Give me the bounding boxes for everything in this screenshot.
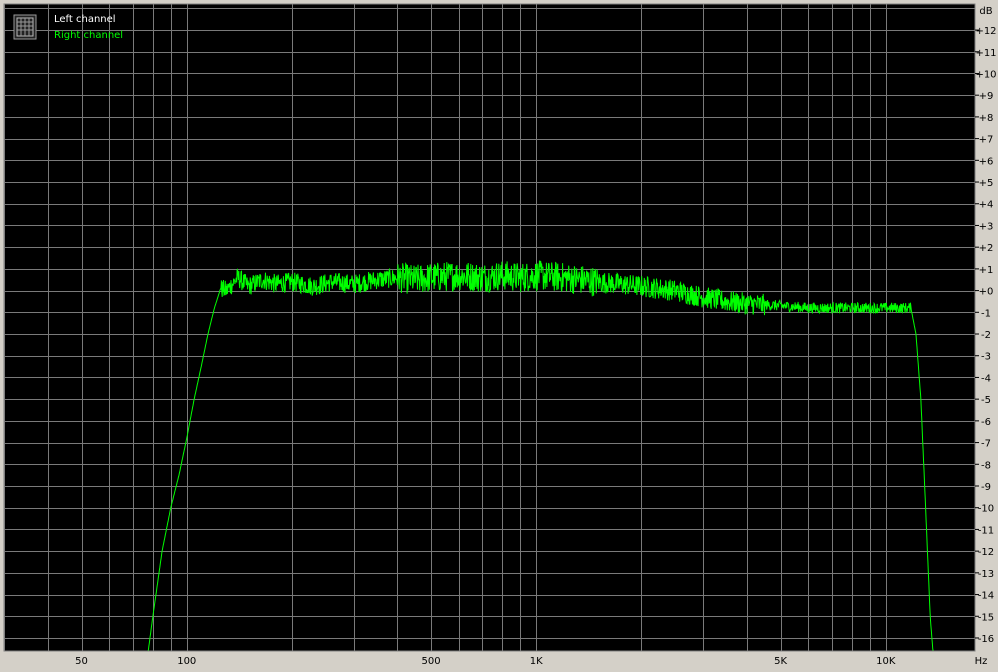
y-tick-label: +11	[975, 48, 996, 59]
y-tick-label: -7	[981, 439, 991, 450]
plot-area	[4, 4, 975, 651]
y-tick-label: +8	[979, 113, 994, 124]
y-tick-label: +5	[979, 178, 994, 189]
y-tick-label: -12	[978, 547, 994, 558]
y-tick-label: +1	[979, 265, 994, 276]
x-tick-label: 50	[75, 656, 88, 667]
x-unit-label: Hz	[975, 656, 988, 667]
x-tick-label: 5K	[774, 656, 787, 667]
y-tick-label: -5	[981, 395, 991, 406]
y-unit-label: dB	[979, 6, 992, 17]
x-tick-label: 10K	[876, 656, 896, 667]
y-tick-label: +4	[979, 200, 994, 211]
y-tick-label: -13	[978, 569, 994, 580]
y-tick-label: +9	[979, 91, 994, 102]
x-axis: Hz 50 100 500 1K 5K 10K	[75, 656, 987, 667]
y-tick-label: +6	[979, 156, 994, 167]
y-tick-label: -15	[978, 612, 994, 623]
y-tick-label: -14	[978, 591, 994, 602]
y-tick-label: +12	[975, 26, 996, 37]
y-tick-label: -16	[978, 634, 994, 645]
x-tick-label: 100	[177, 656, 196, 667]
x-tick-label: 1K	[530, 656, 543, 667]
y-tick-label: -1	[981, 308, 991, 319]
y-tick-label: -6	[981, 417, 991, 428]
x-tick-label: 500	[422, 656, 441, 667]
y-tick-label: +3	[979, 221, 994, 232]
y-tick-label: +7	[979, 135, 994, 146]
y-tick-label: -4	[981, 373, 991, 384]
frequency-response-chart: dB +12 +11 +10 +9 +8 +7 +6 +5 +4 +3 +2 +1 +0 -1 -2 -3 -4…	[3, 3, 997, 667]
y-tick-label: -2	[981, 330, 991, 341]
y-tick-label: -11	[978, 525, 994, 536]
y-tick-label: +0	[979, 287, 994, 298]
y-tick-label: +10	[975, 69, 996, 80]
y-tick-label: +2	[979, 243, 994, 254]
y-tick-label: -10	[978, 504, 994, 515]
legend-icon[interactable]	[13, 14, 37, 40]
y-axis: dB +12 +11 +10 +9 +8 +7 +6 +5 +4 +3 +2 +1 +0 -1 -2 -3 -4…	[975, 6, 997, 645]
y-tick-label: -8	[981, 460, 991, 471]
legend-entry: Left channel	[54, 14, 116, 25]
y-tick-label: -3	[981, 352, 991, 363]
y-tick-label: -9	[981, 482, 991, 493]
legend-entry: Right channel	[54, 30, 123, 41]
